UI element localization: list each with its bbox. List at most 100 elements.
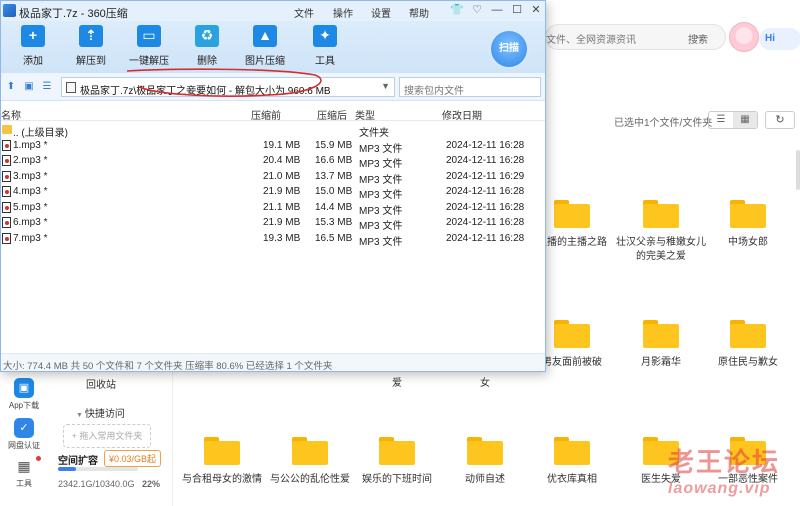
netdisk-cert-label: 网盘认证 xyxy=(8,441,40,450)
more-icon[interactable]: ··· xyxy=(695,28,707,44)
folder-item[interactable]: 动师自述 xyxy=(440,437,530,487)
row-date: 2024-12-11 16:29 xyxy=(446,170,525,182)
up-arrow-icon[interactable]: ⬆ xyxy=(5,81,17,93)
column-modified[interactable]: 修改日期 xyxy=(442,107,482,122)
top-bar: 文件、全网资源资讯 搜索 ··· Hi xyxy=(545,18,800,58)
skin-icon[interactable]: 👕 xyxy=(449,3,465,19)
row-size-before: 19.3 MB xyxy=(263,232,301,244)
avatar[interactable] xyxy=(729,22,759,52)
folder-label: 与合租母女的激情 xyxy=(182,474,262,485)
folder-icon xyxy=(2,125,12,134)
title-bar[interactable]: 极品家丁.7z - 360压缩 文件 操作 设置 帮助 👕 ♡ — ☐ ✕ xyxy=(1,1,545,21)
folder-item[interactable]: 原住民与歉女 xyxy=(703,320,793,370)
parent-dir-row[interactable]: .. (上级目录) 文件夹 xyxy=(1,122,545,139)
delete-button[interactable]: ♻ 删除 xyxy=(177,25,237,67)
archive-search-input[interactable]: 搜索包内文件 xyxy=(399,77,541,97)
file-row[interactable]: 4.mp3 * 21.9 MB 15.0 MB MP3 文件 2024-12-11 16… xyxy=(1,184,545,201)
folder-icon xyxy=(554,437,590,465)
app-logo-icon xyxy=(3,4,16,17)
watermark: 老王论坛 xyxy=(668,447,781,477)
list-view-icon[interactable]: ☰ xyxy=(41,81,53,93)
drop-folder-zone[interactable]: + 拖入常用文件夹 xyxy=(63,424,151,448)
folder-icon xyxy=(643,320,679,348)
extract-to-button[interactable]: ⇡ 解压到 xyxy=(61,25,121,67)
storage-usage-percent: 22% xyxy=(142,479,161,489)
grid-view-icon[interactable]: ▦ xyxy=(733,112,757,128)
close-icon[interactable]: ✕ xyxy=(528,3,544,19)
global-search-input[interactable]: 文件、全网资源资讯 xyxy=(545,24,680,50)
app-download-button[interactable]: ▣ App下载 xyxy=(0,378,48,411)
netdisk-cert-button[interactable]: ✓ 网盘认证 xyxy=(0,418,48,451)
column-size-before[interactable]: 压缩前 xyxy=(251,107,281,122)
folder-item[interactable]: 优衣库真相 xyxy=(527,437,617,487)
folder-item[interactable]: 与公公的乱伦性爱 xyxy=(265,437,355,487)
folder-item[interactable]: 壮汉父亲与稚嫩女儿的完美之爱 xyxy=(616,200,706,264)
view-toggle[interactable]: ☰ ▦ xyxy=(708,111,758,129)
column-name[interactable]: 名称 xyxy=(1,107,21,122)
column-type[interactable]: 类型 xyxy=(355,107,375,122)
status-bar: 大小: 774.4 MB 共 50 个文件和 7 个文件夹 压缩率 80.6% … xyxy=(1,353,545,372)
folder-label: 女 xyxy=(480,378,490,389)
row-date: 2024-12-11 16:28 xyxy=(446,201,525,213)
row-type: MP3 文件 xyxy=(359,236,403,248)
image-compress-button[interactable]: ▲ 图片压缩 xyxy=(235,25,295,67)
minimize-icon[interactable]: — xyxy=(489,3,505,19)
folder-item[interactable]: 月影霜华 xyxy=(616,320,706,370)
file-row[interactable]: 1.mp3 * 19.1 MB 15.9 MB MP3 文件 2024-12-11 16… xyxy=(1,138,545,155)
folder-label: 优衣库真相 xyxy=(547,474,597,485)
image-compress-icon: ▲ xyxy=(253,25,277,47)
file-row[interactable]: 3.mp3 * 21.0 MB 13.7 MB MP3 文件 2024-12-11 16… xyxy=(1,169,545,186)
folder-item[interactable]: 中场女郎 xyxy=(703,200,793,250)
storage-usage-fill xyxy=(58,467,76,471)
space-expand-link[interactable]: 空间扩容 xyxy=(58,452,98,467)
greeting-badge[interactable]: Hi xyxy=(759,28,800,50)
audio-file-icon xyxy=(2,201,11,213)
scan-button[interactable]: 扫描 xyxy=(489,29,529,69)
menu-operation[interactable]: 操作 xyxy=(333,5,353,20)
folder-icon xyxy=(204,437,240,465)
row-date: 2024-12-11 16:28 xyxy=(446,155,525,166)
audio-file-icon xyxy=(2,170,11,182)
tools-button[interactable]: ▦ 工具 xyxy=(0,456,48,489)
archive-window: 极品家丁.7z - 360压缩 文件 操作 设置 帮助 👕 ♡ — ☐ ✕ + … xyxy=(0,0,546,372)
tools-icon: ✦ xyxy=(313,25,337,47)
thumbnail-view-icon[interactable]: ▣ xyxy=(23,81,35,93)
storage-usage-bar xyxy=(58,467,138,471)
expand-price-badge[interactable]: ¥0.03/GB起 xyxy=(104,450,162,467)
file-row[interactable]: 5.mp3 * 21.1 MB 14.4 MB MP3 文件 2024-12-11 16… xyxy=(1,200,545,217)
app-download-icon: ▣ xyxy=(14,378,34,398)
folder-icon xyxy=(554,320,590,348)
maximize-icon[interactable]: ☐ xyxy=(509,3,525,19)
chevron-down-icon[interactable]: ▼ xyxy=(381,81,390,91)
file-row[interactable]: 2.mp3 * 20.4 MB 16.6 MB MP3 文件 2024-12-11 16… xyxy=(1,153,545,170)
audio-file-icon xyxy=(2,155,11,166)
one-click-extract-button[interactable]: ▭ 一键解压 xyxy=(119,25,179,67)
feedback-icon[interactable]: ♡ xyxy=(469,3,485,19)
folder-item[interactable]: 与合租母女的激情 xyxy=(177,437,267,487)
row-name: 5.mp3 * xyxy=(13,201,48,213)
file-row[interactable]: 6.mp3 * 21.9 MB 15.3 MB MP3 文件 2024-12-11 16… xyxy=(1,215,545,232)
list-view-icon[interactable]: ☰ xyxy=(709,112,733,128)
menu-settings[interactable]: 设置 xyxy=(371,5,391,20)
row-date: 2024-12-11 16:28 xyxy=(446,232,525,244)
search-placeholder: 搜索包内文件 xyxy=(404,86,464,97)
folder-icon xyxy=(730,320,766,348)
row-size-before: 19.1 MB xyxy=(263,139,301,151)
column-size-after[interactable]: 压缩后 xyxy=(317,107,347,122)
row-size-before: 21.0 MB xyxy=(263,170,301,182)
refresh-icon[interactable]: ↻ xyxy=(765,111,795,129)
row-name: 3.mp3 * xyxy=(13,170,48,182)
scrollbar[interactable] xyxy=(796,150,800,190)
folder-item[interactable]: 娱乐的下班时间 xyxy=(352,437,442,487)
window-title: 极品家丁.7z - 360压缩 xyxy=(19,8,128,20)
row-name: 2.mp3 * xyxy=(13,155,48,166)
file-row[interactable]: 7.mp3 * 19.3 MB 16.5 MB MP3 文件 2024-12-11 16… xyxy=(1,231,545,248)
tools-button[interactable]: ✦ 工具 xyxy=(295,25,355,67)
folder-icon xyxy=(554,200,590,228)
add-button[interactable]: + 添加 xyxy=(3,25,63,67)
recycle-bin-link[interactable]: 回收站 xyxy=(86,376,116,391)
menu-help[interactable]: 帮助 xyxy=(409,5,429,20)
row-name: 7.mp3 * xyxy=(13,232,48,244)
quick-access-header[interactable]: ▼ 快捷访问 xyxy=(76,405,125,420)
menu-file[interactable]: 文件 xyxy=(294,5,314,20)
